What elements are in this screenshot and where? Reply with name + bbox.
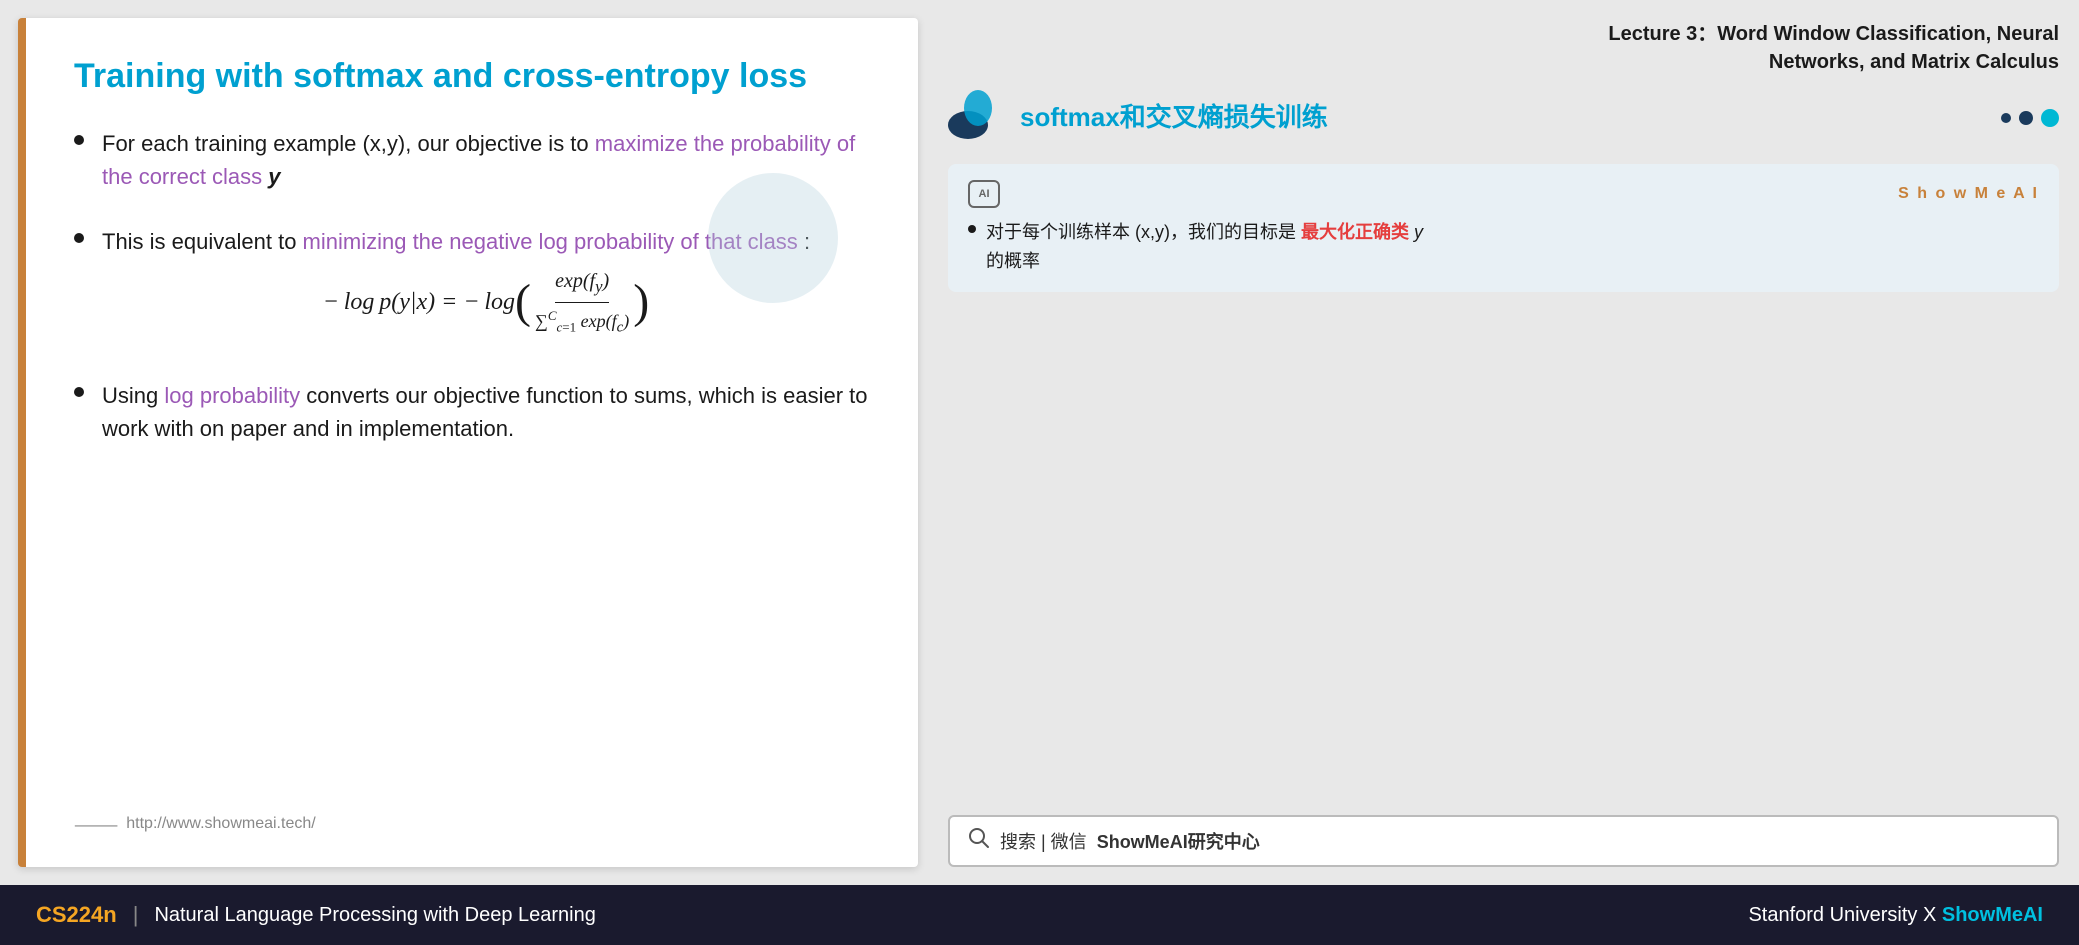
course-code: CS224n (36, 902, 117, 928)
card-bullet-text: 对于每个训练样本 (x,y)，我们的目标是 最大化正确类 y 的概率 (986, 218, 1423, 276)
card-bullet-dot (968, 225, 976, 233)
formula-numerator: exp(fy) (555, 266, 609, 303)
bottom-bar: CS224n | Natural Language Processing wit… (0, 885, 2079, 945)
card-bullet: 对于每个训练样本 (x,y)，我们的目标是 最大化正确类 y 的概率 (968, 218, 2039, 276)
ai-badge-text: AI (979, 188, 990, 200)
bullet-dot-2 (74, 233, 84, 243)
bullet1-text-before: For each training example (x,y), our obj… (102, 131, 595, 156)
formula-denominator: ∑Cc=1 exp(fc) (535, 303, 629, 339)
stanford-text: Stanford University (1748, 904, 1917, 926)
search-brand: ShowMeAI研究中心 (1097, 828, 1260, 854)
slide-panel: Training with softmax and cross-entropy … (18, 18, 918, 867)
bullet3-highlight: log probability (164, 383, 300, 408)
formula-fraction: exp(fy) ∑Cc=1 exp(fc) (535, 266, 629, 339)
dots-decoration (2001, 109, 2059, 127)
x-symbol: X (1923, 904, 1942, 926)
dot-3 (2041, 109, 2059, 127)
search-icon (968, 827, 990, 855)
card-highlight: 最大化正确类 (1301, 222, 1409, 242)
search-text: 搜索 | 微信 (1000, 828, 1087, 854)
lecture-header: Lecture 3：Word Window Classification, Ne… (948, 10, 2059, 90)
bullet-dot-1 (74, 135, 84, 145)
card-header: AI S h o w M e A I (968, 180, 2039, 208)
formula-lhs: − log p(y|x) = − log (323, 284, 515, 320)
bullet-dot-3 (74, 387, 84, 397)
formula-paren-open: ( (515, 278, 531, 326)
lecture-title-line2: Networks, and Matrix Calculus (948, 48, 2059, 76)
dot-1 (2001, 113, 2011, 123)
course-name: Natural Language Processing with Deep Le… (154, 904, 595, 927)
card-text-before: 对于每个训练样本 (x,y)，我们的目标是 (986, 222, 1296, 242)
course-info: CS224n | Natural Language Processing wit… (36, 902, 596, 928)
bullet3-text-before: Using (102, 383, 164, 408)
topic-title: softmax和交叉熵损失训练 (1020, 97, 1328, 134)
divider: | (133, 902, 139, 928)
url-text: http://www.showmeai.tech/ (126, 815, 315, 833)
slide-title: Training with softmax and cross-entropy … (74, 56, 870, 97)
bullet2-text-before: This is equivalent to (102, 229, 303, 254)
topic-header: softmax和交叉熵损失训练 (948, 90, 1328, 140)
card-italic-y: y (1414, 222, 1423, 242)
topic-icon (948, 90, 1008, 140)
cursor-icon: ⸻ (74, 811, 118, 837)
formula-paren-close: ) (633, 278, 649, 326)
search-bar[interactable]: 搜索 | 微信 ShowMeAI研究中心 (948, 815, 2059, 867)
dot-2 (2019, 111, 2033, 125)
affiliation: Stanford University X ShowMeAI (1748, 904, 2043, 927)
bullet-item-3: Using log probability converts our objec… (74, 379, 870, 445)
ai-badge: AI (968, 180, 1000, 208)
showmeai-brand: ShowMeAI (1942, 904, 2043, 926)
card-text-after: 的概率 (986, 251, 1040, 271)
showmeai-label: S h o w M e A I (1898, 185, 2039, 203)
bullet-text-3: Using log probability converts our objec… (102, 379, 870, 445)
circle-decoration (708, 173, 838, 303)
right-panel: Lecture 3：Word Window Classification, Ne… (938, 0, 2079, 885)
translation-card: AI S h o w M e A I 对于每个训练样本 (x,y)，我们的目标是… (948, 164, 2059, 292)
spacer (948, 292, 2059, 815)
lecture-title-line1: Lecture 3：Word Window Classification, Ne… (948, 20, 2059, 48)
bullet1-y: y (268, 164, 280, 189)
slide-url: ⸻ http://www.showmeai.tech/ (74, 811, 870, 837)
